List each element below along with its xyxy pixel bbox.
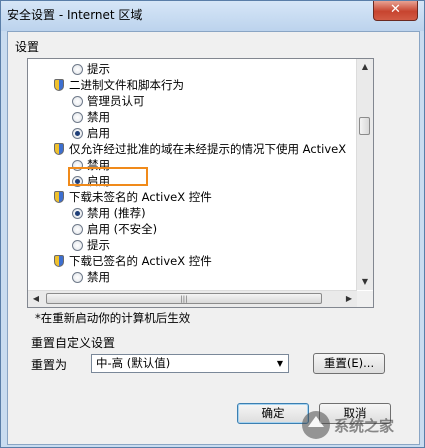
tree-row-label: 下载已签名的 ActiveX 控件 [69,254,212,268]
scrollbar-corner [357,291,373,307]
title-bar[interactable]: 安全设置 - Internet 区域 ✕ [1,1,424,31]
tree-option-row[interactable]: 启用 (不安全) [28,221,357,238]
chevron-down-icon[interactable]: ▼ [272,355,288,372]
tree-row-label: 禁用 (推荐) [87,206,146,220]
radio-unselected-icon[interactable] [72,112,83,123]
cancel-button[interactable]: 取消 [319,403,391,424]
tree-row-label: 提示 [87,238,110,252]
vertical-scroll-thumb[interactable] [359,117,370,135]
ok-button[interactable]: 确定 [237,403,309,424]
radio-unselected-icon[interactable] [72,240,83,251]
radio-selected-icon[interactable] [72,208,83,219]
tree-row-label: 提示 [87,62,110,76]
reset-level-value: 中-高 (默认值) [96,356,171,370]
tree-row-label: 启用 [87,126,110,140]
tree-row-label: 仅允许经过批准的域在未经提示的情况下使用 ActiveX [69,142,347,156]
radio-unselected-icon[interactable] [72,272,83,283]
reset-to-label: 重置为 [31,358,68,372]
radio-unselected-icon[interactable] [72,96,83,107]
security-settings-dialog: 安全设置 - Internet 区域 ✕ 设置 提示 二进制文件和脚本行为 管理员认… [0,0,425,448]
close-button[interactable]: ✕ [373,1,418,21]
tree-group-row: 下载未签名的 ActiveX 控件 [28,189,357,206]
shield-icon [54,79,64,91]
tree-row-label: 禁用 [87,110,110,124]
tree-row-label: 二进制文件和脚本行为 [69,78,184,92]
reset-group-label: 重置自定义设置 [31,336,116,350]
scroll-right-arrow-icon[interactable]: ▶ [341,291,357,307]
scroll-up-arrow-icon[interactable]: ▲ [357,59,373,75]
tree-row-label: 启用 (不安全) [87,222,158,236]
tree-option-row[interactable]: 提示 [28,61,357,78]
tree-option-row[interactable]: 禁用 [28,269,357,286]
tree-option-row[interactable]: 启用 [28,125,357,142]
highlight-box [68,167,148,186]
radio-unselected-icon[interactable] [72,224,83,235]
reset-button[interactable]: 重置(E)... [313,353,385,374]
window-title: 安全设置 - Internet 区域 [7,8,143,22]
tree-group-row: 仅允许经过批准的域在未经提示的情况下使用 ActiveX [28,141,357,158]
tree-option-row[interactable]: 禁用 (推荐) [28,205,357,222]
tree-option-row[interactable]: 管理员认可 [28,93,357,110]
scroll-down-arrow-icon[interactable]: ▼ [357,274,373,290]
settings-label: 设置 [15,40,40,54]
shield-icon [54,143,64,155]
horizontal-scroll-thumb[interactable]: ||| [46,293,322,304]
tree-row-label: 下载未签名的 ActiveX 控件 [69,190,212,204]
scroll-left-arrow-icon[interactable]: ◀ [28,291,44,307]
shield-icon [54,191,64,203]
tree-option-row[interactable]: 提示 [28,237,357,254]
tree-group-row: 下载已签名的 ActiveX 控件 [28,253,357,270]
tree-row-label: 管理员认可 [87,94,145,108]
reset-level-combo[interactable]: 中-高 (默认值) ▼ [91,354,289,373]
radio-unselected-icon[interactable] [72,64,83,75]
tree-group-row: 二进制文件和脚本行为 [28,77,357,94]
tree-row-label: 禁用 [87,270,110,284]
vertical-scrollbar[interactable]: ▲ ▼ [356,59,373,290]
tree-option-row[interactable]: 禁用 [28,109,357,126]
restart-note: *在重新启动你的计算机后生效 [35,311,191,325]
shield-icon [54,255,64,267]
radio-selected-icon[interactable] [72,128,83,139]
horizontal-scrollbar[interactable]: ◀ ||| ▶ [28,290,357,307]
